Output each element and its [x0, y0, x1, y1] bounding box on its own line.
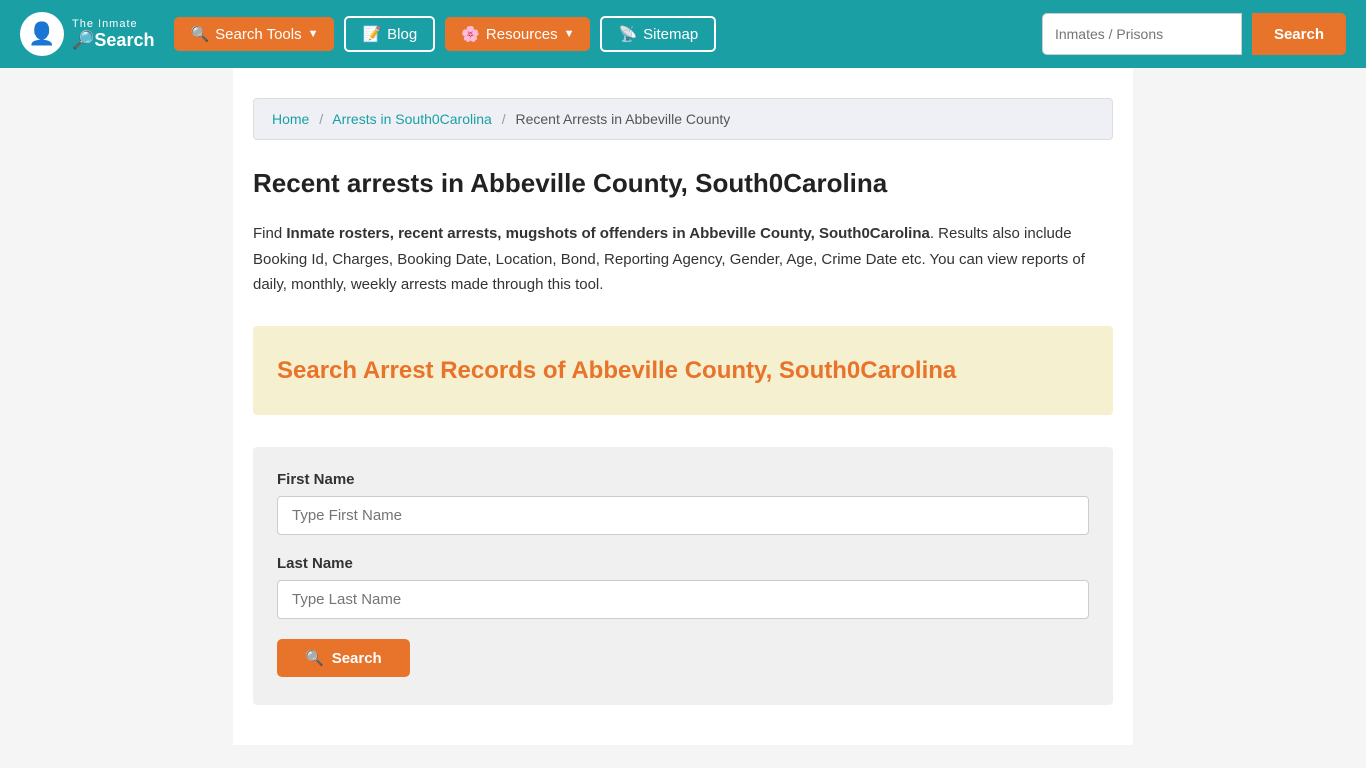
search-banner: Search Arrest Records of Abbeville Count…	[253, 326, 1113, 416]
search-submit-icon: 🔍	[305, 649, 324, 667]
page-title: Recent arrests in Abbeville County, Sout…	[253, 168, 1113, 199]
sitemap-label: Sitemap	[643, 26, 698, 43]
search-tools-icon: 🔍	[190, 25, 209, 43]
brand-logo: 👤	[20, 12, 64, 56]
nav-search-input[interactable]	[1042, 13, 1242, 55]
brand-logo-icon: 👤	[28, 23, 55, 45]
search-tools-label: Search Tools	[215, 26, 301, 43]
blog-icon: 📝	[362, 25, 381, 43]
brand-title: 🔎Search	[72, 30, 154, 51]
resources-icon: 🌸	[461, 25, 480, 43]
search-form: First Name Last Name 🔍 Search	[253, 447, 1113, 705]
blog-label: Blog	[387, 26, 417, 43]
sitemap-button[interactable]: 📡 Sitemap	[600, 16, 716, 52]
nav-search-button[interactable]: Search	[1252, 13, 1346, 55]
brand-subtitle: The Inmate	[72, 18, 154, 30]
brand-text: The Inmate 🔎Search	[72, 18, 154, 51]
description-intro: Find	[253, 225, 286, 242]
breadcrumb: Home / Arrests in South0Carolina / Recen…	[253, 98, 1113, 140]
search-submit-label: Search	[332, 650, 382, 667]
breadcrumb-home[interactable]: Home	[272, 111, 309, 127]
breadcrumb-sep-2: /	[502, 111, 506, 127]
resources-chevron: ▼	[564, 28, 575, 40]
resources-button[interactable]: 🌸 Resources ▼	[445, 17, 590, 51]
nav-search-label: Search	[1274, 26, 1324, 43]
last-name-group: Last Name	[277, 555, 1089, 619]
resources-label: Resources	[486, 26, 558, 43]
page-description: Find Inmate rosters, recent arrests, mug…	[253, 221, 1113, 298]
breadcrumb-current: Recent Arrests in Abbeville County	[515, 111, 730, 127]
first-name-input[interactable]	[277, 496, 1089, 535]
first-name-label: First Name	[277, 471, 1089, 488]
navbar: 👤 The Inmate 🔎Search 🔍 Search Tools ▼ 📝 …	[0, 0, 1366, 68]
sitemap-icon: 📡	[618, 25, 637, 43]
last-name-input[interactable]	[277, 580, 1089, 619]
blog-button[interactable]: 📝 Blog	[344, 16, 435, 52]
description-bold: Inmate rosters, recent arrests, mugshots…	[286, 225, 929, 242]
search-banner-title: Search Arrest Records of Abbeville Count…	[277, 354, 1089, 388]
search-tools-chevron: ▼	[308, 28, 319, 40]
last-name-label: Last Name	[277, 555, 1089, 572]
brand-logo-link[interactable]: 👤 The Inmate 🔎Search	[20, 12, 154, 56]
breadcrumb-sep-1: /	[319, 111, 323, 127]
breadcrumb-state[interactable]: Arrests in South0Carolina	[332, 111, 492, 127]
search-tools-button[interactable]: 🔍 Search Tools ▼	[174, 17, 334, 51]
first-name-group: First Name	[277, 471, 1089, 535]
main-content: Home / Arrests in South0Carolina / Recen…	[233, 68, 1133, 745]
search-submit-button[interactable]: 🔍 Search	[277, 639, 410, 677]
